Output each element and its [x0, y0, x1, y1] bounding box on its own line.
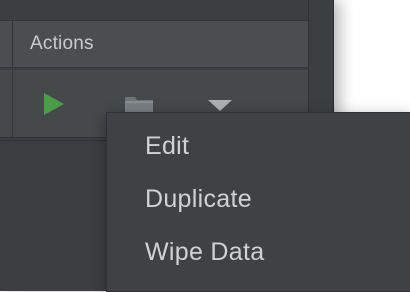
- column-divider: [12, 70, 13, 138]
- table-header: Actions: [0, 20, 308, 68]
- folder-icon[interactable]: [124, 94, 154, 114]
- menu-item-duplicate[interactable]: Duplicate: [145, 185, 252, 214]
- actions-context-menu: Edit Duplicate Wipe Data: [106, 112, 410, 292]
- more-actions-dropdown-icon[interactable]: [208, 100, 232, 111]
- menu-item-edit[interactable]: Edit: [145, 132, 189, 161]
- column-divider[interactable]: [12, 21, 13, 67]
- play-icon[interactable]: [44, 93, 64, 115]
- menu-item-wipe-data[interactable]: Wipe Data: [145, 238, 264, 267]
- column-header-actions[interactable]: Actions: [30, 33, 94, 55]
